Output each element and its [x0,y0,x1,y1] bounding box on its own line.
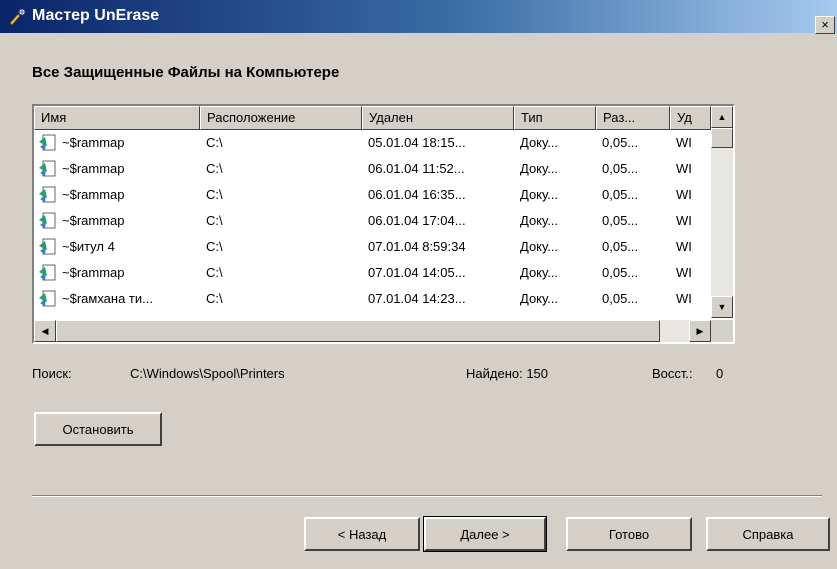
scroll-thumb[interactable] [711,128,733,148]
cell-name: ~$rammap [62,187,125,202]
cell-name: ~$rамхана ти... [62,291,153,306]
column-header-deleted[interactable]: Удален [362,106,514,130]
page-heading: Все Защищенные Файлы на Компьютере [32,64,340,81]
search-label: Поиск: [32,366,72,381]
table-row[interactable]: ~$rammap C:\ 06.01.04 16:35... Доку... 0… [34,182,711,208]
document-icon [39,264,56,281]
cell-deleted: 06.01.04 17:04... [368,213,466,228]
horizontal-scroll-thumb[interactable] [56,320,660,342]
close-icon: × [821,17,829,32]
cell-location: C:\ [206,135,223,150]
cell-size: 0,05... [602,187,639,202]
cell-deleted-by: WI [676,135,692,150]
column-header-location[interactable]: Расположение [200,106,362,130]
cell-deleted-by: WI [676,265,692,280]
restored-count: 0 [716,366,724,381]
scroll-left-button[interactable]: ◀ [34,320,56,342]
column-header-size[interactable]: Раз... [596,106,670,130]
cell-deleted-by: WI [676,187,692,202]
cell-location: C:\ [206,187,223,202]
cell-name: ~$rammap [62,213,125,228]
column-header-deleted-by[interactable]: Уд [670,106,711,130]
scrollbar-corner [711,320,733,342]
cell-size: 0,05... [602,213,639,228]
title-bar[interactable]: Мастер UnErase × [0,0,837,34]
cell-size: 0,05... [602,239,639,254]
document-icon [39,160,56,177]
table-row[interactable]: ~$rамхана ти... C:\ 07.01.04 14:23... До… [34,286,711,312]
cell-name: ~$итул 4 [62,239,115,254]
cell-location: C:\ [206,239,223,254]
cell-size: 0,05... [602,135,639,150]
cell-type: Доку... [520,135,559,150]
document-icon [39,212,56,229]
table-row[interactable]: ~$итул 4 C:\ 07.01.04 8:59:34 Доку... 0,… [34,234,711,260]
column-header-name[interactable]: Имя [34,106,200,130]
file-list[interactable]: Имя Расположение Удален Тип Раз... Уд ~$… [32,104,735,344]
table-row[interactable]: ~$rammap C:\ 06.01.04 11:52... Доку... 0… [34,156,711,182]
cell-location: C:\ [206,265,223,280]
search-path: C:\Windows\Spool\Printers [130,366,285,381]
scroll-down-button[interactable]: ▼ [711,296,733,318]
help-button[interactable]: Справка [706,517,830,551]
document-icon [39,238,56,255]
cell-size: 0,05... [602,265,639,280]
window-title: Мастер UnErase [32,7,160,24]
cell-deleted-by: WI [676,161,692,176]
cell-location: C:\ [206,291,223,306]
document-icon [39,134,56,151]
cell-deleted-by: WI [676,213,692,228]
cell-deleted: 07.01.04 14:23... [368,291,466,306]
list-header: Имя Расположение Удален Тип Раз... Уд [34,106,711,130]
cell-location: C:\ [206,161,223,176]
document-icon [39,186,56,203]
cell-type: Доку... [520,213,559,228]
cell-deleted: 07.01.04 8:59:34 [368,239,466,254]
cell-type: Доку... [520,239,559,254]
arrow-down-icon: ▼ [717,302,727,312]
close-button[interactable]: × [815,16,835,34]
cell-deleted-by: WI [676,291,692,306]
cell-deleted: 06.01.04 11:52... [368,161,465,176]
document-icon [39,290,56,307]
separator-highlight [32,496,822,497]
restored-label: Восст.: [652,366,693,381]
list-rows: ~$rammap C:\ 05.01.04 18:15... Доку... 0… [34,130,711,320]
cell-deleted: 07.01.04 14:05... [368,265,466,280]
next-button[interactable]: Далее > [423,516,547,552]
cell-name: ~$rammap [62,135,125,150]
table-row[interactable]: ~$rammap C:\ 07.01.04 14:05... Доку... 0… [34,260,711,286]
back-button[interactable]: < Назад [304,517,420,551]
cell-type: Доку... [520,265,559,280]
wizard-app-icon [9,8,26,26]
cell-deleted-by: WI [676,239,692,254]
cell-size: 0,05... [602,161,639,176]
horizontal-scrollbar[interactable]: ◀ ▶ [34,320,711,342]
vertical-scrollbar[interactable]: ▲ ▼ [711,106,733,318]
finish-button[interactable]: Готово [566,517,692,551]
scroll-right-button[interactable]: ▶ [689,320,711,342]
table-row[interactable]: ~$rammap C:\ 05.01.04 18:15... Доку... 0… [34,130,711,156]
arrow-up-icon: ▲ [717,112,727,122]
table-row[interactable]: ~$rammap C:\ 06.01.04 17:04... Доку... 0… [34,208,711,234]
cell-type: Доку... [520,291,559,306]
cell-size: 0,05... [602,291,639,306]
cell-deleted: 05.01.04 18:15... [368,135,466,150]
cell-deleted: 06.01.04 16:35... [368,187,466,202]
stop-button[interactable]: Остановить [34,412,162,446]
column-header-type[interactable]: Тип [514,106,596,130]
cell-type: Доку... [520,187,559,202]
scroll-up-button[interactable]: ▲ [711,106,733,128]
found-count: Найдено: 150 [466,366,549,381]
arrow-left-icon: ◀ [41,326,49,336]
cell-name: ~$rammap [62,265,125,280]
arrow-right-icon: ▶ [696,326,704,336]
cell-type: Доку... [520,161,559,176]
cell-name: ~$rammap [62,161,125,176]
cell-location: C:\ [206,213,223,228]
